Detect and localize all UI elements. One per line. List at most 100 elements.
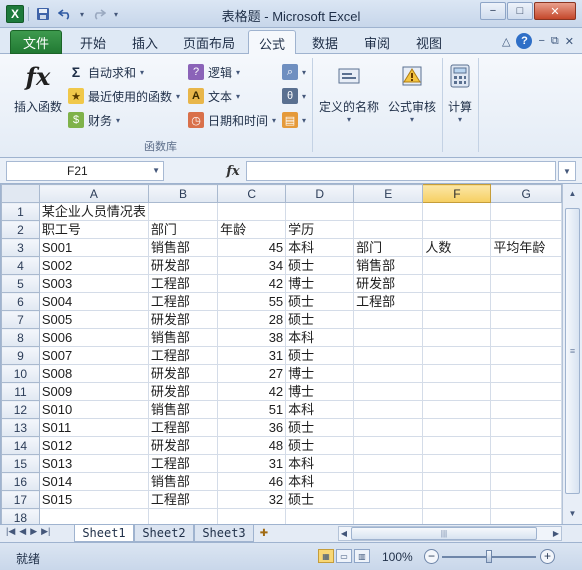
cell-F10[interactable] [422,364,492,383]
name-box[interactable]: F21 ▼ [6,161,164,181]
row-header[interactable]: 3 [1,238,40,257]
column-header[interactable]: B [147,184,219,203]
cell-G12[interactable] [490,400,562,419]
zoom-out-icon[interactable]: − [424,549,439,564]
logical-button[interactable]: ? 逻辑 ▾ [188,62,240,82]
page-break-view-icon[interactable]: ▥ [354,549,370,563]
cell-G3[interactable]: 平均年龄 [490,238,562,257]
cell-E3[interactable]: 部门 [353,238,424,257]
horizontal-scroll-thumb[interactable]: ||| [351,527,537,540]
row-header[interactable]: 1 [1,202,40,221]
sheet-tab-sheet1[interactable]: Sheet1 [74,525,134,542]
help-icon[interactable]: ? [516,33,533,49]
vertical-scroll-thumb[interactable]: ≡ [565,208,580,494]
cell-D8[interactable]: 本科 [285,328,355,347]
more-functions-button[interactable]: ▤ ▾ [282,110,306,130]
tab-formulas[interactable]: 公式 [248,30,296,55]
cell-E18[interactable] [353,508,424,524]
cell-D2[interactable]: 学历 [285,220,355,239]
cell-C1[interactable] [217,202,287,221]
zoom-slider-thumb[interactable] [486,550,492,563]
cell-E16[interactable] [353,472,424,491]
lookup-reference-button[interactable]: ⌕ ▾ [282,62,306,82]
cell-B3[interactable]: 销售部 [147,238,219,257]
cell-F2[interactable] [422,220,492,239]
cell-A5[interactable]: S003 [38,274,149,293]
cell-C13[interactable]: 36 [217,418,287,437]
insert-function-fx-button[interactable]: fx [222,161,244,181]
cell-C9[interactable]: 31 [217,346,287,365]
collapse-ribbon-icon[interactable]: △ [502,35,510,48]
cell-A6[interactable]: S004 [38,292,149,311]
column-header[interactable]: A [38,184,149,203]
cell-E9[interactable] [353,346,424,365]
cell-D17[interactable]: 硕士 [285,490,355,509]
cell-D14[interactable]: 硕士 [285,436,355,455]
recent-functions-button[interactable]: ★ 最近使用的函数 ▾ [68,86,180,106]
cell-B7[interactable]: 研发部 [147,310,219,329]
cell-F11[interactable] [422,382,492,401]
cell-B10[interactable]: 研发部 [147,364,219,383]
cell-G7[interactable] [490,310,562,329]
cell-C12[interactable]: 51 [217,400,287,419]
cell-B17[interactable]: 工程部 [147,490,219,509]
formula-input[interactable] [246,161,556,181]
formula-auditing-button[interactable]: 公式审核 ▾ [384,60,440,124]
cell-G6[interactable] [490,292,562,311]
datetime-button[interactable]: ◷ 日期和时间 ▾ [188,110,276,130]
cell-F7[interactable] [422,310,492,329]
scroll-right-icon[interactable]: ▶ [551,527,561,540]
defined-names-button[interactable]: 定义的名称 ▾ [316,60,382,124]
cell-F12[interactable] [422,400,492,419]
cell-B18[interactable] [147,508,219,524]
chevron-down-icon[interactable]: ▼ [152,162,160,180]
cell-E2[interactable] [353,220,424,239]
cell-B14[interactable]: 研发部 [147,436,219,455]
cell-D5[interactable]: 博士 [285,274,355,293]
cell-F3[interactable]: 人数 [422,238,492,257]
cell-G2[interactable] [490,220,562,239]
cell-F4[interactable] [422,256,492,275]
cell-A1[interactable]: 某企业人员情况表 [38,202,149,221]
close-button[interactable]: ✕ [534,2,576,20]
cell-E13[interactable] [353,418,424,437]
cell-D7[interactable]: 硕士 [285,310,355,329]
cell-G14[interactable] [490,436,562,455]
cell-A15[interactable]: S013 [38,454,149,473]
cell-G10[interactable] [490,364,562,383]
cell-G15[interactable] [490,454,562,473]
cell-D10[interactable]: 博士 [285,364,355,383]
cell-C15[interactable]: 31 [217,454,287,473]
row-header[interactable]: 5 [1,274,40,293]
calculation-button[interactable]: 计算 ▾ [444,60,476,124]
cell-E12[interactable] [353,400,424,419]
cell-A16[interactable]: S014 [38,472,149,491]
math-trig-button[interactable]: θ ▾ [282,86,306,106]
cell-F13[interactable] [422,418,492,437]
tab-home[interactable]: 开始 [70,30,116,54]
zoom-level[interactable]: 100% [382,550,413,564]
cell-G1[interactable] [490,202,562,221]
cell-A8[interactable]: S006 [38,328,149,347]
cell-A11[interactable]: S009 [38,382,149,401]
cell-C7[interactable]: 28 [217,310,287,329]
column-header[interactable]: G [490,184,562,203]
sheet-tab-sheet3[interactable]: Sheet3 [194,525,254,542]
cell-G16[interactable] [490,472,562,491]
cell-A3[interactable]: S001 [38,238,149,257]
cell-G17[interactable] [490,490,562,509]
workbook-minimize-icon[interactable]: − [538,35,544,47]
cell-A12[interactable]: S010 [38,400,149,419]
cell-B8[interactable]: 销售部 [147,328,219,347]
cell-G11[interactable] [490,382,562,401]
cell-B1[interactable] [147,202,219,221]
cell-D18[interactable] [285,508,355,524]
row-header[interactable]: 10 [1,364,40,383]
cell-F5[interactable] [422,274,492,293]
worksheet-grid[interactable]: A B C D E F G 1 某企业人员情况表 2 职工号 部门 年龄 学历 3 S001 销售… [0,184,562,524]
cell-C10[interactable]: 27 [217,364,287,383]
minimize-button[interactable]: − [480,2,506,20]
cell-E7[interactable] [353,310,424,329]
cell-B6[interactable]: 工程部 [147,292,219,311]
tab-page-layout[interactable]: 页面布局 [176,30,242,54]
